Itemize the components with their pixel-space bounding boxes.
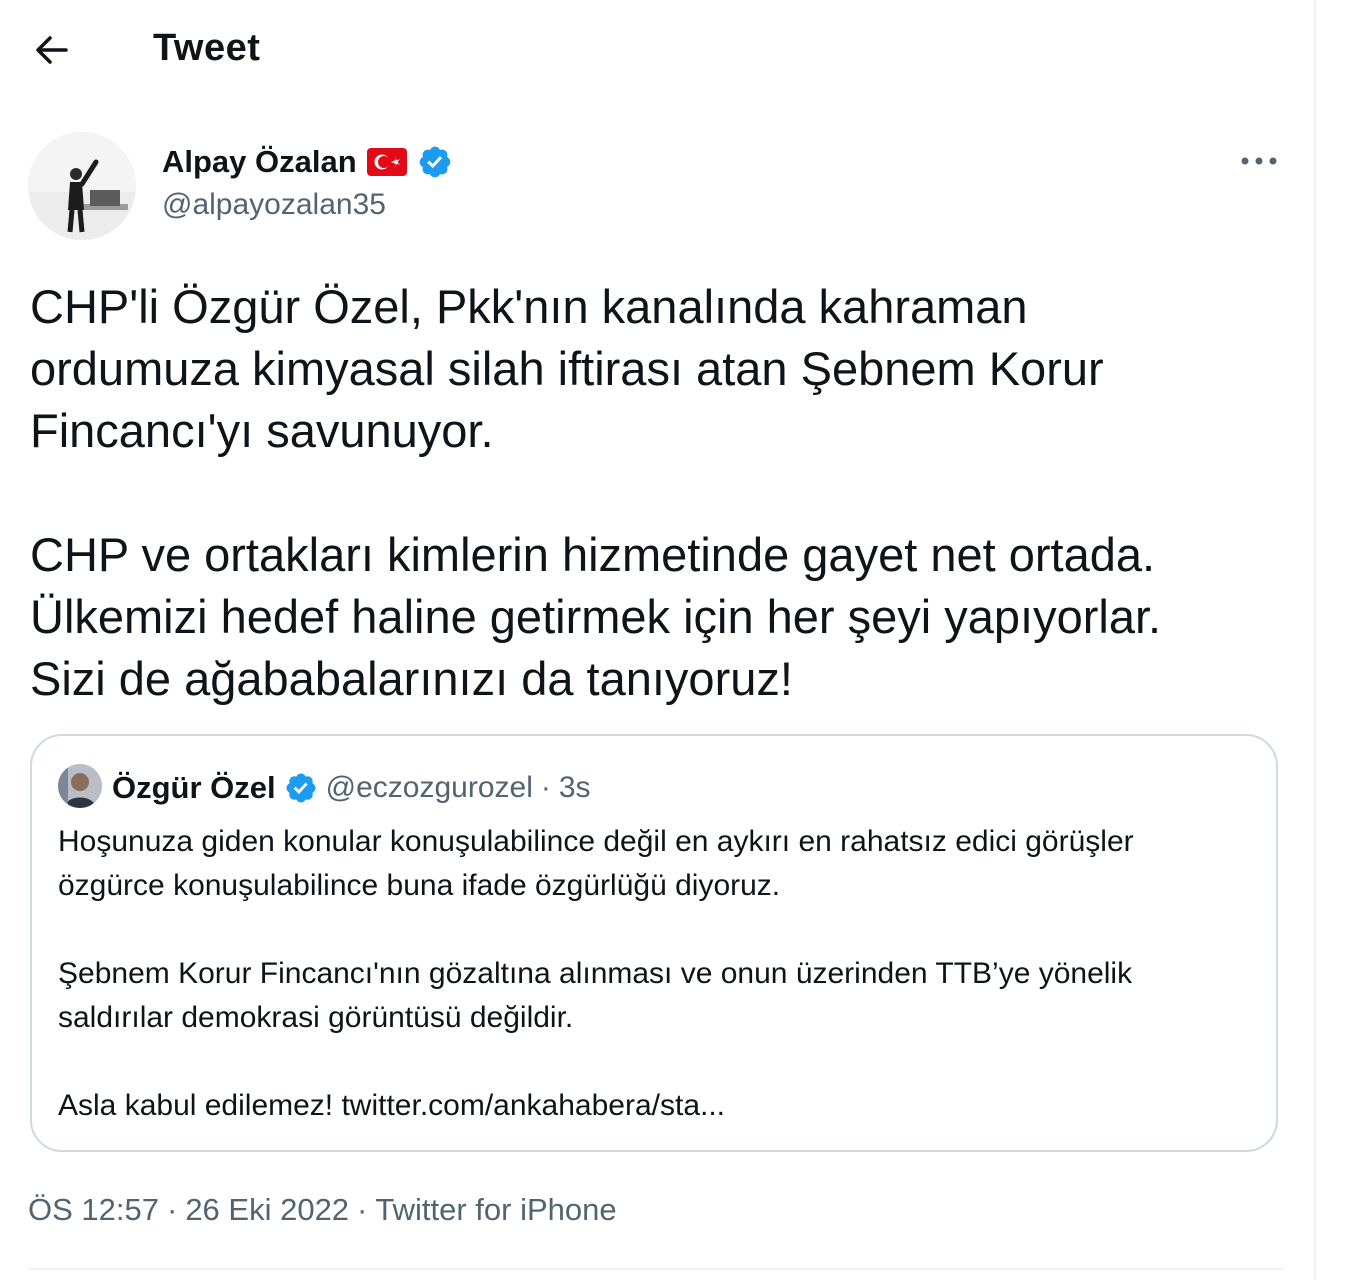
column-border [1314, 0, 1316, 1280]
page-title: Tweet [153, 27, 261, 69]
quoted-author-avatar [58, 764, 102, 808]
separator-dot: · [357, 1192, 368, 1227]
quoted-tweet-card[interactable]: Özgür Özel @eczozgurozel · 3s Hoşunuza g… [30, 734, 1278, 1152]
separator-dot: · [166, 1192, 178, 1227]
verified-badge-icon [417, 144, 453, 180]
divider [28, 1268, 1284, 1270]
separator-dot: · [540, 771, 551, 804]
quoted-tweet-text: Hoşunuza giden konular konuşulabilince d… [58, 825, 1134, 1122]
quoted-timestamp[interactable]: 3s [559, 771, 591, 805]
author-name-row: Alpay Özalan [162, 142, 453, 182]
verified-badge-icon [284, 771, 318, 805]
quoted-author-handle: @eczozgurozel [325, 771, 533, 804]
back-arrow-icon[interactable] [30, 28, 74, 72]
tweet-time[interactable]: ÖS 12:57 [28, 1192, 159, 1228]
top-bar: Tweet [0, 0, 1314, 100]
author-handle[interactable]: @alpayozalan35 [162, 188, 386, 222]
author-avatar[interactable] [28, 132, 136, 240]
tweet-meta: ÖS 12:57 · 26 Eki 2022 · Twitter for iPh… [28, 1192, 617, 1228]
tweet-text: CHP'li Özgür Özel, Pkk'nın kanalında kah… [30, 280, 1162, 705]
more-options-icon[interactable] [1236, 146, 1282, 176]
author-name[interactable]: Alpay Özalan [162, 144, 357, 180]
tweet-source-link[interactable]: Twitter for iPhone [375, 1192, 616, 1228]
tweet-date[interactable]: 26 Eki 2022 [185, 1192, 349, 1228]
quoted-header: Özgür Özel @eczozgurozel · 3s [112, 766, 591, 810]
quoted-author-name: Özgür Özel [112, 770, 276, 805]
turkey-flag-icon [366, 148, 407, 176]
